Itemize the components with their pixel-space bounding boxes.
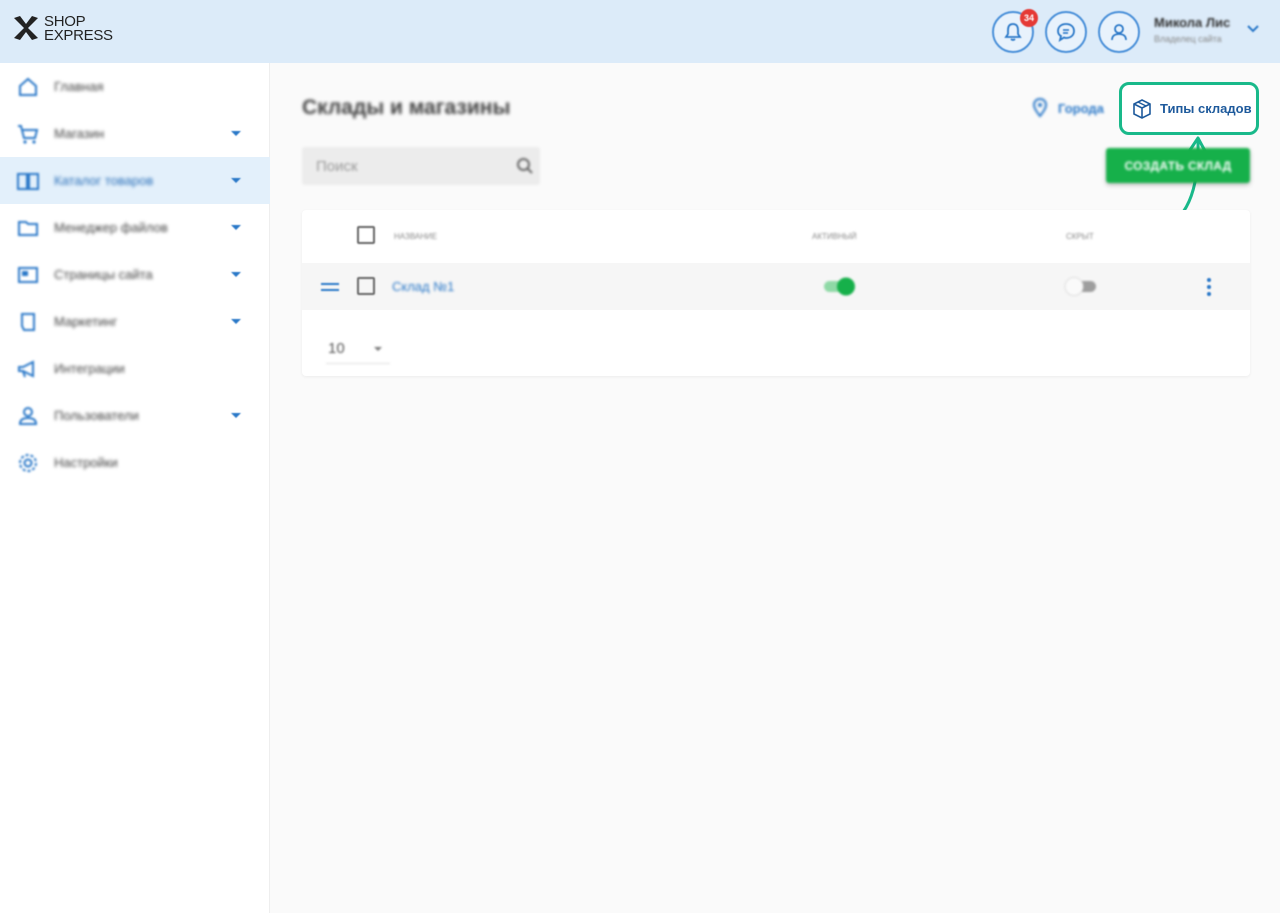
sidebar-item-file-manager[interactable]: Менеджер файлов	[0, 204, 270, 251]
sidebar-item-shop[interactable]: Магазин	[0, 110, 270, 157]
logo[interactable]: SHOP EXPRESS	[12, 14, 113, 44]
sidebar-item-settings[interactable]: Настройки	[0, 439, 270, 486]
sidebar-item-label: Настройки	[54, 455, 118, 470]
home-icon	[19, 77, 37, 96]
select-all-checkbox[interactable]	[357, 226, 375, 244]
marketing-icon	[21, 312, 35, 331]
active-toggle[interactable]	[822, 275, 858, 297]
cities-label: Города	[1058, 100, 1104, 116]
user-name: Микола Лис	[1154, 15, 1231, 30]
folder-icon	[18, 220, 38, 236]
logo-icon	[14, 16, 38, 40]
sidebar-item-site-pages[interactable]: Страницы сайта	[0, 251, 270, 298]
top-header: SHOP EXPRESS 34 Микола Лис Владелец сайт…	[0, 0, 1280, 63]
caret-down-icon	[231, 272, 241, 277]
create-warehouse-button[interactable]: СОЗДАТЬ СКЛАД	[1106, 148, 1250, 183]
column-header-hidden[interactable]: Скрыт	[1066, 232, 1094, 241]
warehouse-name-link[interactable]: Склад №1	[392, 279, 454, 294]
page-size-select[interactable]: 10	[326, 336, 390, 364]
sidebar-item-label: Главная	[54, 79, 104, 94]
warehouse-types-link[interactable]: Типы складов	[1119, 82, 1259, 135]
sidebar-item-label: Интеграции	[54, 361, 125, 376]
caret-down-icon	[374, 347, 382, 351]
table-row[interactable]: Склад №1	[302, 263, 1250, 310]
page-size-value: 10	[328, 340, 345, 357]
sidebar-item-users[interactable]: Пользователи	[0, 392, 270, 439]
profile-button[interactable]	[1098, 11, 1140, 53]
notifications-button[interactable]: 34	[992, 9, 1038, 53]
caret-down-icon	[231, 225, 241, 230]
caret-down-icon	[231, 319, 241, 324]
sidebar-item-home[interactable]: Главная	[0, 63, 270, 110]
messages-button[interactable]	[1045, 11, 1087, 53]
page-title: Склады и магазины	[302, 96, 511, 119]
sidebar-item-label: Маркетинг	[54, 314, 118, 329]
users-icon	[18, 406, 38, 425]
chat-icon	[1057, 23, 1075, 42]
sidebar: Главная Магазин Каталог товаров Менеджер…	[0, 63, 270, 913]
user-info[interactable]: Микола Лис Владелец сайта	[1154, 15, 1230, 44]
more-vertical-icon[interactable]	[1205, 277, 1213, 297]
caret-down-icon	[231, 178, 241, 183]
search-placeholder: Поиск	[316, 158, 358, 175]
chevron-down-icon[interactable]	[1246, 24, 1260, 34]
warehouses-table: Название Активный Скрыт Склад №1 10	[302, 210, 1250, 376]
caret-down-icon	[231, 131, 241, 136]
sidebar-item-marketing[interactable]: Маркетинг	[0, 298, 270, 345]
search-input[interactable]: Поиск	[302, 147, 540, 185]
sidebar-item-label: Менеджер файлов	[54, 220, 168, 235]
sidebar-item-integrations[interactable]: Интеграции	[0, 345, 270, 392]
map-pin-icon	[1032, 98, 1048, 118]
sidebar-item-label: Магазин	[54, 126, 105, 141]
notification-count-badge: 34	[1020, 9, 1038, 27]
book-icon	[17, 172, 39, 190]
cart-icon	[18, 124, 39, 144]
megaphone-icon	[18, 359, 34, 378]
column-header-active[interactable]: Активный	[812, 232, 857, 241]
sidebar-item-label: Пользователи	[54, 408, 139, 423]
sidebar-item-label: Страницы сайта	[54, 267, 153, 282]
hidden-toggle[interactable]	[1064, 275, 1100, 297]
cities-link[interactable]: Города	[1032, 98, 1104, 118]
caret-down-icon	[231, 413, 241, 418]
page-icon	[18, 266, 38, 283]
drag-handle-icon[interactable]	[320, 281, 340, 293]
search-icon[interactable]	[516, 157, 534, 175]
column-header-name[interactable]: Название	[394, 232, 437, 241]
gear-icon	[19, 453, 37, 472]
sidebar-item-catalog[interactable]: Каталог товаров	[0, 157, 270, 204]
warehouse-types-label: Типы складов	[1160, 101, 1252, 116]
box-icon	[1133, 99, 1151, 119]
sidebar-item-label: Каталог товаров	[54, 173, 154, 188]
bell-icon	[1004, 23, 1022, 41]
logo-line-2: EXPRESS	[44, 27, 113, 44]
user-icon	[1111, 24, 1127, 41]
user-role: Владелец сайта	[1154, 34, 1222, 44]
row-checkbox[interactable]	[357, 277, 375, 295]
logo-text: SHOP EXPRESS	[44, 14, 113, 44]
